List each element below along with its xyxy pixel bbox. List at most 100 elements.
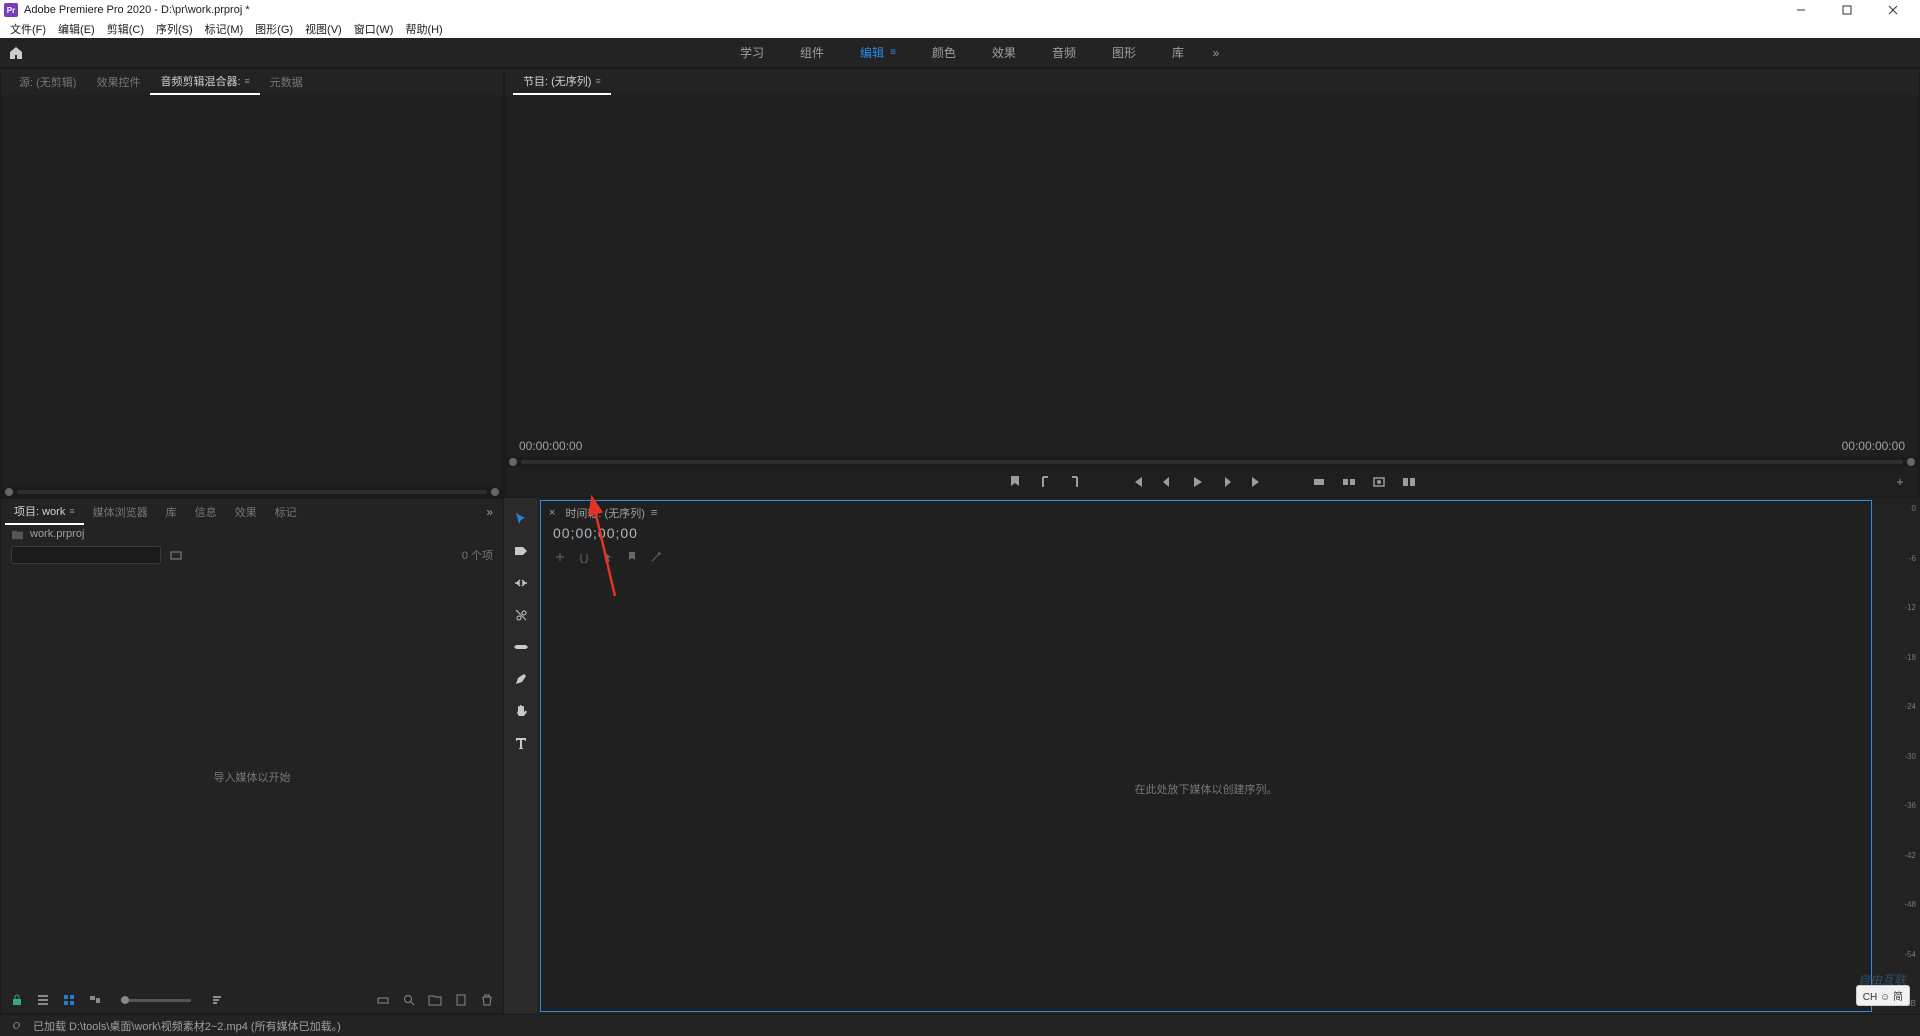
status-bar: 已加载 D:\tools\桌面\work\视频素材2~2.mp4 (所有媒体已加… [0, 1014, 1920, 1036]
workspace-effects[interactable]: 效果 [974, 38, 1034, 68]
tab-audio-clip-mixer[interactable]: 音频剪辑混合器:≡ [150, 69, 259, 95]
sort-button[interactable] [209, 992, 225, 1008]
program-scrub-track[interactable] [521, 460, 1903, 464]
timeline-snap-icon[interactable] [577, 550, 591, 564]
tab-project-label: 项目: work [14, 503, 65, 519]
timeline-timecode[interactable]: 00;00;00;00 [541, 525, 1871, 547]
workspace-libraries[interactable]: 库 [1154, 38, 1202, 68]
scrub-track[interactable] [17, 490, 487, 494]
menu-clip[interactable]: 剪辑(C) [101, 21, 150, 37]
menu-markers[interactable]: 标记(M) [199, 21, 250, 37]
workspace-audio[interactable]: 音频 [1034, 38, 1094, 68]
tool-hand[interactable] [510, 700, 532, 722]
menu-sequence[interactable]: 序列(S) [150, 21, 199, 37]
timeline-close-icon[interactable]: × [549, 507, 555, 519]
workspace-editing[interactable]: 编辑 [842, 38, 914, 68]
tab-libraries[interactable]: 库 [157, 499, 186, 525]
source-scrubber[interactable] [1, 487, 503, 497]
source-panel: 源: (无剪辑) 效果控件 音频剪辑混合器:≡ 元数据 [0, 68, 504, 498]
new-bin-icon[interactable] [169, 548, 183, 562]
go-to-in-button[interactable] [1128, 473, 1146, 491]
comparison-view-button[interactable] [1400, 473, 1418, 491]
tool-slip[interactable] [510, 636, 532, 658]
tab-metadata[interactable]: 元数据 [260, 69, 313, 95]
project-drop-zone[interactable]: 导入媒体以开始 [9, 575, 495, 979]
tool-track-select[interactable] [510, 540, 532, 562]
meter-tick-6: -6 [1909, 554, 1916, 563]
menu-bar: 文件(F) 编辑(E) 剪辑(C) 序列(S) 标记(M) 图形(G) 视图(V… [0, 20, 1920, 38]
project-tabs-overflow[interactable]: » [480, 505, 499, 519]
timeline-settings-icon[interactable] [649, 550, 663, 564]
menu-view[interactable]: 视图(V) [299, 21, 348, 37]
program-scrub-left[interactable] [509, 458, 517, 466]
menu-window[interactable]: 窗口(W) [348, 21, 400, 37]
scrub-handle-left[interactable] [5, 488, 13, 496]
tab-info[interactable]: 信息 [186, 499, 226, 525]
new-item-button[interactable] [453, 992, 469, 1008]
tools-panel [504, 498, 538, 1014]
play-button[interactable] [1188, 473, 1206, 491]
app-bar: 学习 组件 编辑 颜色 效果 音频 图形 库 » [0, 38, 1920, 68]
tool-razor[interactable] [510, 604, 532, 626]
new-bin-button[interactable] [427, 992, 443, 1008]
tab-program[interactable]: 节目: (无序列)≡ [513, 69, 611, 95]
timeline-linked-selection-icon[interactable] [601, 550, 615, 564]
go-to-out-button[interactable] [1248, 473, 1266, 491]
menu-edit[interactable]: 编辑(E) [52, 21, 101, 37]
workspace-color[interactable]: 颜色 [914, 38, 974, 68]
project-search-box[interactable] [11, 546, 161, 564]
program-scrubber[interactable] [505, 457, 1919, 467]
find-button[interactable] [401, 992, 417, 1008]
tab-media-browser[interactable]: 媒体浏览器 [84, 499, 157, 525]
automate-to-sequence-button[interactable] [375, 992, 391, 1008]
timeline-marker-icon[interactable] [625, 550, 639, 564]
tab-source-none[interactable]: 源: (无剪辑) [9, 69, 86, 95]
menu-help[interactable]: 帮助(H) [399, 21, 448, 37]
freeform-view-button[interactable] [87, 992, 103, 1008]
icon-view-button[interactable] [61, 992, 77, 1008]
mark-out-button[interactable] [1066, 473, 1084, 491]
maximize-button[interactable] [1824, 0, 1870, 20]
timeline-insert-icon[interactable] [553, 550, 567, 564]
program-panel-menu-icon[interactable]: ≡ [595, 76, 600, 86]
tab-project[interactable]: 项目: work ≡ [5, 499, 84, 525]
close-button[interactable] [1870, 0, 1916, 20]
home-button[interactable] [0, 38, 32, 68]
thumbnail-size-slider[interactable] [121, 999, 191, 1002]
delete-button[interactable] [479, 992, 495, 1008]
menu-file[interactable]: 文件(F) [4, 21, 52, 37]
menu-graphics[interactable]: 图形(G) [249, 21, 299, 37]
program-panel-tabs: 节目: (无序列)≡ [505, 69, 1919, 95]
tool-pen[interactable] [510, 668, 532, 690]
panel-menu-icon[interactable]: ≡ [245, 76, 250, 86]
step-back-button[interactable] [1158, 473, 1176, 491]
workspace-overflow-button[interactable]: » [1202, 38, 1230, 68]
minimize-button[interactable] [1778, 0, 1824, 20]
mark-in-button[interactable] [1036, 473, 1054, 491]
add-marker-button[interactable] [1006, 473, 1024, 491]
extract-button[interactable] [1340, 473, 1358, 491]
project-panel-menu-icon[interactable]: ≡ [69, 506, 74, 516]
export-frame-button[interactable] [1370, 473, 1388, 491]
project-bin-row[interactable]: work.prproj [1, 525, 503, 543]
tool-type[interactable] [510, 732, 532, 754]
tool-selection[interactable] [510, 508, 532, 530]
tab-markers[interactable]: 标记 [266, 499, 306, 525]
tool-ripple-edit[interactable] [510, 572, 532, 594]
workspace-learning[interactable]: 学习 [722, 38, 782, 68]
program-scrub-right[interactable] [1907, 458, 1915, 466]
project-search-input[interactable] [19, 549, 161, 561]
button-editor-button[interactable]: + [1891, 473, 1909, 491]
tab-effects[interactable]: 效果 [226, 499, 266, 525]
lift-button[interactable] [1310, 473, 1328, 491]
step-forward-button[interactable] [1218, 473, 1236, 491]
project-writable-toggle[interactable] [9, 992, 25, 1008]
list-view-button[interactable] [35, 992, 51, 1008]
workspace-graphics[interactable]: 图形 [1094, 38, 1154, 68]
workspace-assembly[interactable]: 组件 [782, 38, 842, 68]
timeline-panel-menu-icon[interactable]: ≡ [651, 507, 657, 519]
program-timecodes: 00:00:00:00 00:00:00:00 [505, 435, 1919, 457]
scrub-handle-right[interactable] [491, 488, 499, 496]
timeline-drop-zone[interactable]: 在此处放下媒体以创建序列。 [541, 567, 1871, 1011]
tab-effect-controls[interactable]: 效果控件 [86, 69, 150, 95]
